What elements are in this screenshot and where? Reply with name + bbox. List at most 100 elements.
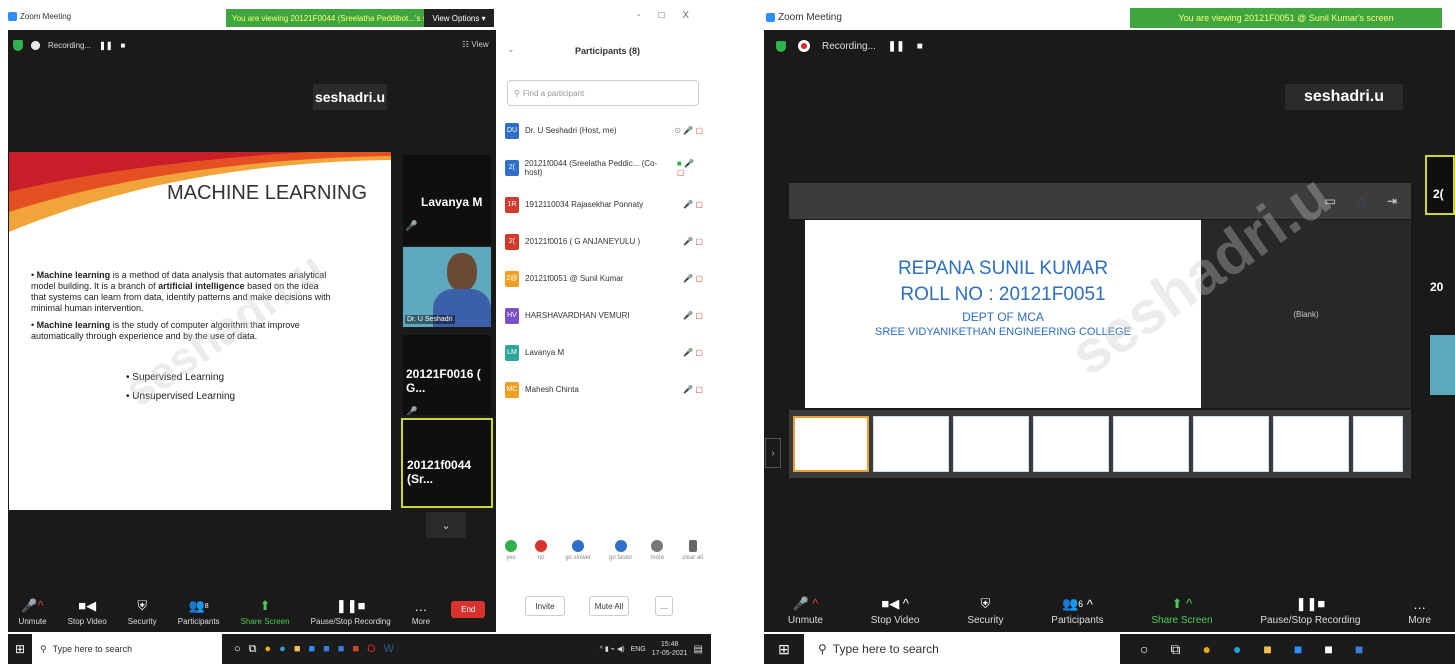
participant-row[interactable]: LM Lavanya M 🎤 ▢ bbox=[497, 334, 711, 371]
security-button[interactable]: ⛨ Security bbox=[967, 596, 1003, 626]
reaction-no[interactable]: no bbox=[535, 540, 548, 561]
store-icon[interactable]: ■ bbox=[323, 643, 330, 656]
file-explorer-icon[interactable]: ■ bbox=[1263, 641, 1271, 658]
windows-start-icon[interactable]: ⊞ bbox=[764, 641, 804, 658]
notification-icon[interactable]: ▤ bbox=[694, 644, 703, 655]
stop-recording-icon[interactable]: ■ bbox=[121, 41, 126, 50]
slide-thumbnail[interactable] bbox=[793, 416, 869, 472]
unmute-button[interactable]: 🎤 ^ Unmute bbox=[788, 596, 823, 626]
participant-row[interactable]: 1R 1912110034 Rajasekhar Ponnaty 🎤 ▢ bbox=[497, 186, 711, 223]
mute-all-button[interactable]: Mute All bbox=[589, 596, 629, 616]
right-side-tile-a[interactable]: 2( bbox=[1425, 155, 1455, 215]
reaction-clear-all[interactable]: clear all bbox=[682, 540, 703, 561]
clear-icon bbox=[688, 540, 697, 552]
close-button[interactable]: X bbox=[682, 10, 689, 21]
participants-button[interactable]: 👥 8 Participants bbox=[178, 598, 220, 626]
taskbar-app-icons: ○ ⧉ ● ● ■ ■ ■ ■ bbox=[1140, 641, 1363, 658]
task-view-icon[interactable]: ⧉ bbox=[1170, 641, 1180, 658]
tray-icons[interactable]: ^ ▮ ⌁ ◀) bbox=[600, 645, 625, 653]
pause-stop-recording-button[interactable]: ❚❚■ Pause/Stop Recording bbox=[311, 598, 391, 626]
chrome-icon[interactable]: ● bbox=[265, 643, 272, 656]
participant-list: DU Dr. U Seshadri (Host, me) ⊙ 🎤 ▢ 2(20121… bbox=[497, 112, 711, 408]
right-side-tile-b[interactable]: 20 bbox=[1430, 280, 1455, 320]
minimize-button[interactable]: - bbox=[637, 10, 640, 21]
participant-row[interactable]: 2@ 20121f0051 @ Sunil Kumar 🎤 ▢ bbox=[497, 260, 711, 297]
unmute-button[interactable]: 🎤^ Unmute bbox=[19, 598, 47, 626]
left-recording-indicator: Recording... ❚❚ ■ bbox=[13, 40, 125, 51]
video-tile-20121f0044-active[interactable]: 20121f0044 (Sr... bbox=[401, 418, 493, 508]
maximize-button[interactable]: □ bbox=[658, 10, 664, 21]
mail-icon[interactable]: ■ bbox=[1355, 641, 1363, 658]
monitor-icon[interactable]: ▭ bbox=[1324, 194, 1335, 208]
more-button[interactable]: … More bbox=[1408, 596, 1431, 627]
thumbnail-prev-button[interactable]: › bbox=[765, 438, 781, 468]
participant-row[interactable]: HV HARSHAVARDHAN VEMURI 🎤 ▢ bbox=[497, 297, 711, 334]
windows-start-icon[interactable]: ⊞ bbox=[8, 642, 32, 656]
left-view-button[interactable]: ☷ View bbox=[462, 40, 489, 49]
reaction-go-faster[interactable]: go faster bbox=[609, 540, 632, 561]
find-participant-input[interactable]: ⚲ Find a participant bbox=[507, 80, 699, 106]
cortana-icon[interactable]: ○ bbox=[234, 643, 241, 656]
participant-avatar: MC bbox=[505, 381, 519, 398]
slide-thumbnail[interactable] bbox=[873, 416, 949, 472]
zoom-app-icon[interactable]: ■ bbox=[308, 643, 315, 656]
scroll-down-button[interactable]: ⌄ bbox=[426, 512, 466, 538]
collapse-panel-icon[interactable]: ⌄ bbox=[507, 44, 515, 55]
stop-recording-icon[interactable]: ■ bbox=[917, 41, 923, 52]
opera-icon[interactable]: O bbox=[367, 643, 376, 656]
clock[interactable]: 15:48 17-05-2021 bbox=[652, 640, 688, 658]
search-icon: ⚲ bbox=[40, 643, 47, 654]
participants-button[interactable]: 👥 6 ^ Participants bbox=[1051, 596, 1103, 626]
participant-row[interactable]: DU Dr. U Seshadri (Host, me) ⊙ 🎤 ▢ bbox=[497, 112, 711, 149]
file-explorer-icon[interactable]: ■ bbox=[294, 643, 301, 656]
participant-row[interactable]: 2(20121f0044 (Sreelatha Peddic... (Co-ho… bbox=[497, 149, 711, 186]
reaction-yes[interactable]: yes bbox=[505, 540, 517, 561]
chrome-icon[interactable]: ● bbox=[1202, 641, 1210, 658]
slide-thumbnail[interactable] bbox=[1113, 416, 1189, 472]
zoom-app-icon[interactable]: ■ bbox=[1294, 641, 1302, 658]
slide-thumbnail[interactable] bbox=[1193, 416, 1269, 472]
left-view-options-button[interactable]: View Options ▾ bbox=[424, 9, 494, 27]
edge-icon[interactable]: ● bbox=[279, 643, 286, 656]
share-screen-icon: ⬆ bbox=[259, 598, 271, 613]
taskbar-search-box[interactable]: ⚲ Type here to search bbox=[804, 634, 1120, 664]
reaction-go-slower[interactable]: go slower bbox=[565, 540, 591, 561]
pause-recording-icon[interactable]: ❚❚ bbox=[99, 41, 112, 50]
mail-icon[interactable]: ■ bbox=[338, 643, 345, 656]
slide-name-line: REPANA SUNIL KUMAR bbox=[897, 258, 1109, 279]
word-icon[interactable]: W bbox=[384, 643, 394, 656]
taskbar-search-box[interactable]: ⚲ Type here to search bbox=[32, 634, 222, 664]
more-dots-icon: … bbox=[414, 598, 428, 614]
video-tile-20121f0016[interactable]: 20121F0016 ( G... 🎤 bbox=[403, 335, 491, 415]
end-meeting-button[interactable]: End bbox=[451, 601, 486, 618]
slide-thumbnail[interactable] bbox=[1273, 416, 1349, 472]
stop-video-button[interactable]: ■◀ ^ Stop Video bbox=[871, 596, 920, 626]
security-button[interactable]: ⛨ Security bbox=[128, 598, 157, 626]
reaction-more[interactable]: more bbox=[650, 540, 664, 561]
share-screen-button[interactable]: ⬆ ^ Share Screen bbox=[1151, 596, 1212, 626]
pause-recording-icon[interactable]: ❚❚ bbox=[888, 41, 905, 52]
cortana-icon[interactable]: ○ bbox=[1140, 641, 1148, 658]
participant-row[interactable]: MC Mahesh Chinta 🎤 ▢ bbox=[497, 371, 711, 408]
video-tile-seshadri[interactable]: Dr. U Seshadri bbox=[403, 247, 491, 327]
shared-slide-title: REPANA SUNIL KUMAR ROLL NO : 20121F0051 … bbox=[805, 220, 1201, 408]
more-button[interactable]: … More bbox=[412, 598, 430, 627]
slide-thumbnail[interactable] bbox=[1033, 416, 1109, 472]
more-options-button[interactable]: ... bbox=[655, 596, 673, 616]
right-side-tile-c[interactable] bbox=[1430, 335, 1455, 395]
store-icon[interactable]: ■ bbox=[1324, 641, 1332, 658]
muted-microphone-icon: 🎤^ bbox=[21, 598, 44, 613]
share-screen-button[interactable]: ⬆ Share Screen bbox=[241, 598, 290, 626]
pause-stop-recording-button[interactable]: ❚❚■ Pause/Stop Recording bbox=[1260, 596, 1360, 626]
video-tile-lavanya[interactable]: Lavanya M 🎤 bbox=[403, 155, 491, 245]
exit-icon[interactable]: ⇥ bbox=[1387, 194, 1397, 208]
participant-row[interactable]: 2(20121f0016 ( G ANJANEYULU ) 🎤 ▢ bbox=[497, 223, 711, 260]
invite-button[interactable]: Invite bbox=[525, 596, 565, 616]
edge-icon[interactable]: ● bbox=[1233, 641, 1241, 658]
stop-video-button[interactable]: ■◀ Stop Video bbox=[68, 598, 107, 626]
slide-thumbnail[interactable] bbox=[1353, 416, 1403, 472]
task-view-icon[interactable]: ⧉ bbox=[249, 643, 257, 656]
slide-thumbnail[interactable] bbox=[953, 416, 1029, 472]
mic-video-status-icons: 🎤 ▢ bbox=[683, 311, 703, 320]
powerpoint-icon[interactable]: ■ bbox=[352, 643, 359, 656]
